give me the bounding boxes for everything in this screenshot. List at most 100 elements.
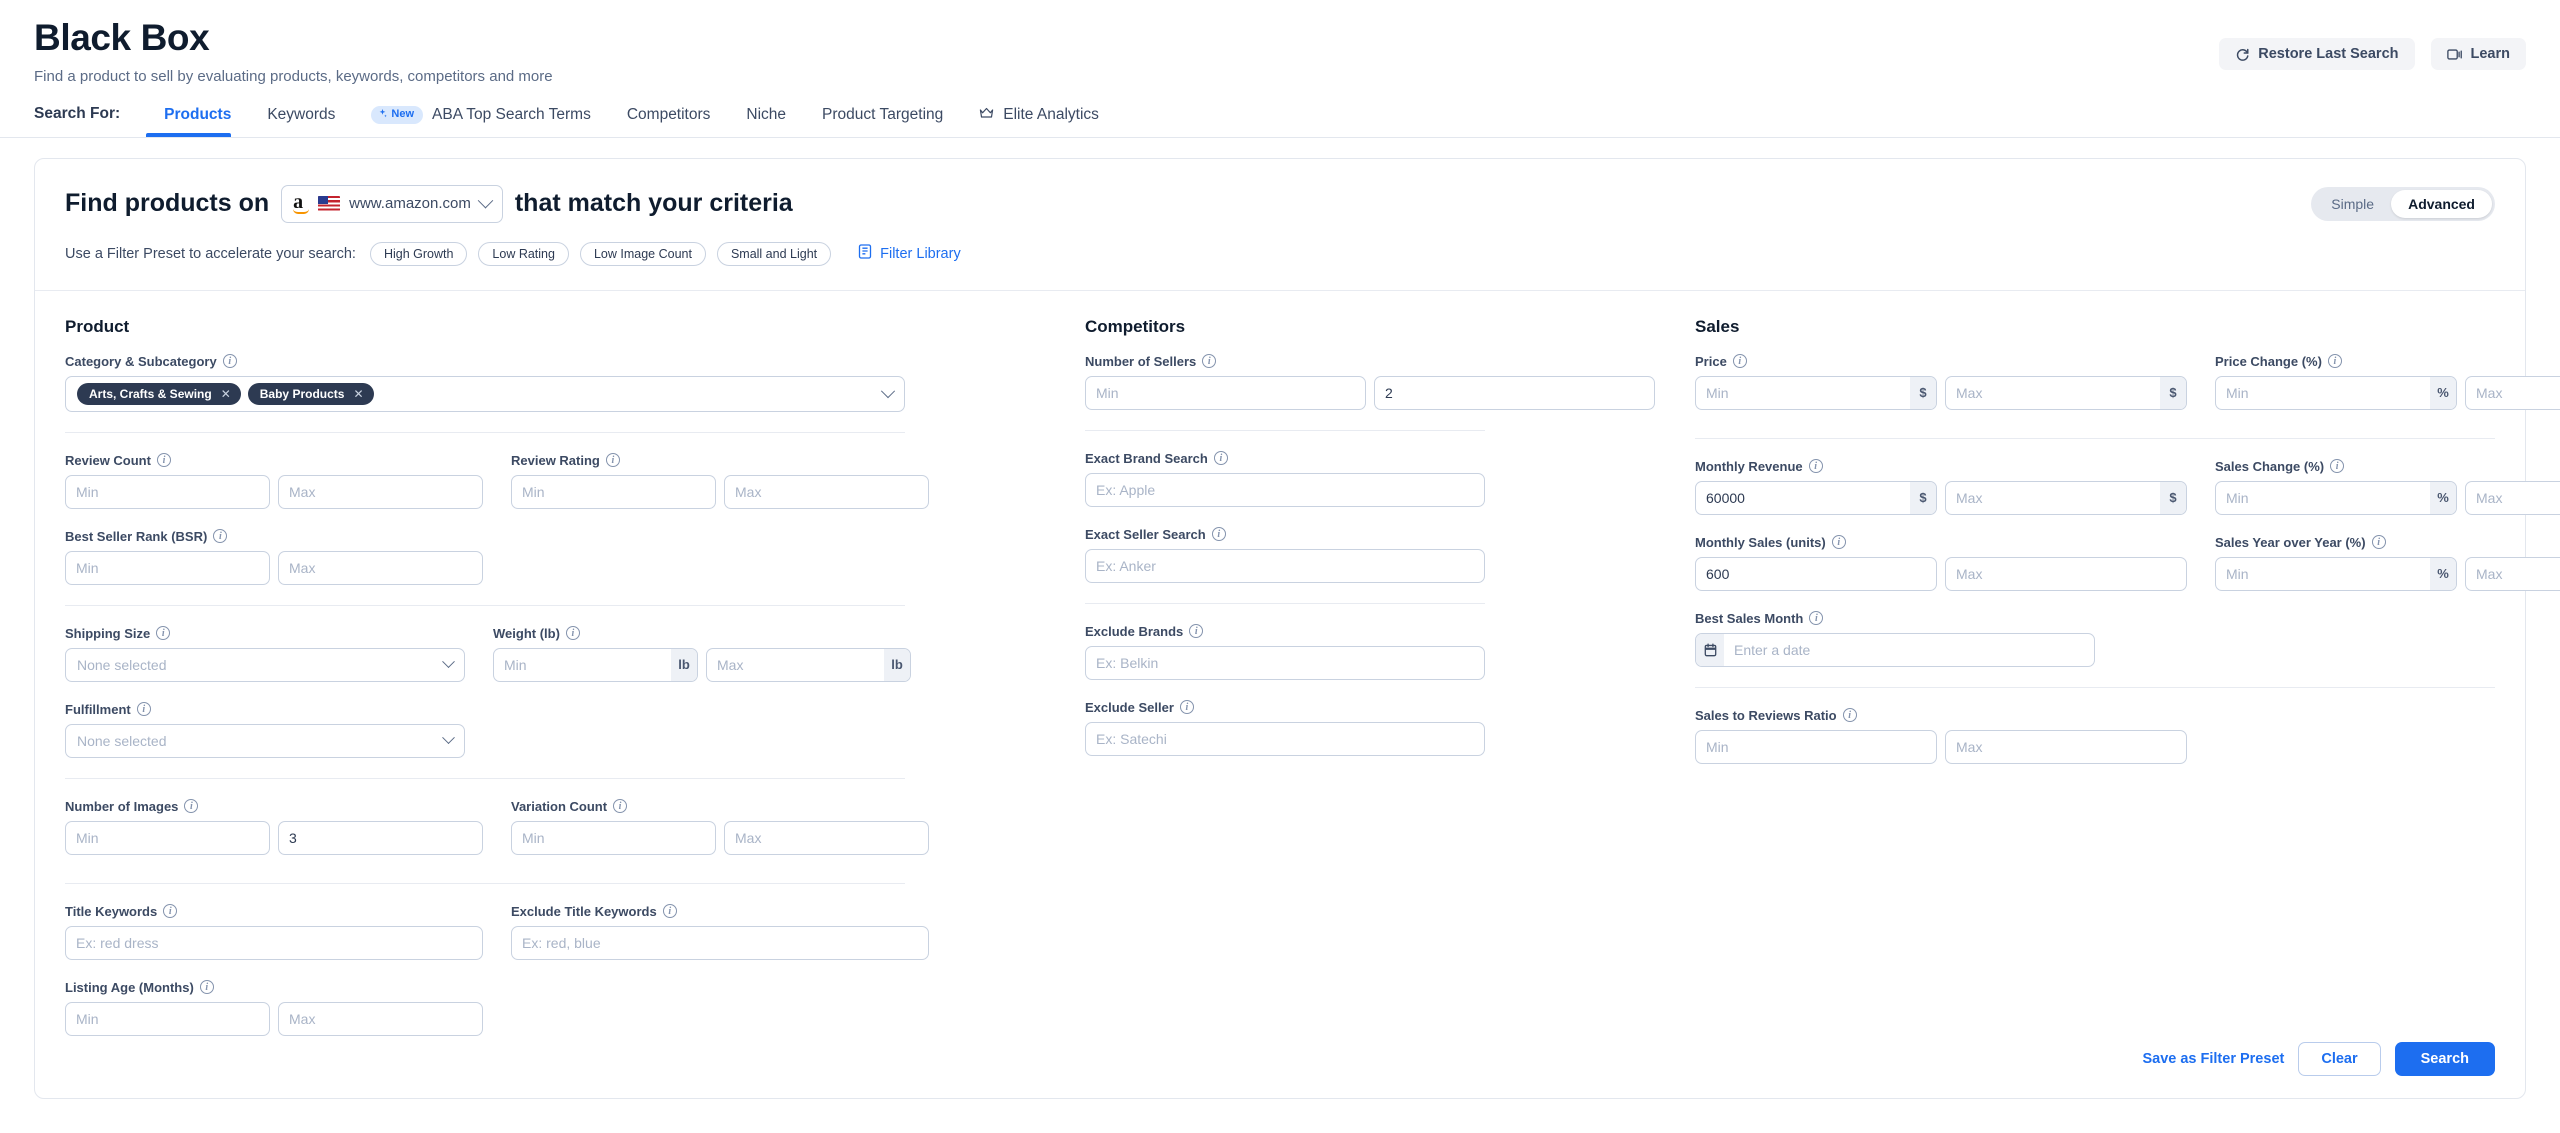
info-icon[interactable]: i bbox=[1831, 535, 1846, 550]
info-icon[interactable]: i bbox=[613, 799, 628, 814]
tab-niche[interactable]: Niche bbox=[728, 106, 804, 137]
shipping-size-select[interactable]: None selected bbox=[65, 647, 465, 682]
info-icon[interactable]: i bbox=[136, 702, 151, 717]
preset-chip-high-growth[interactable]: High Growth bbox=[369, 241, 468, 266]
tab-aba-top-search-terms[interactable]: New ABA Top Search Terms bbox=[353, 105, 608, 137]
price-change-max[interactable]: % bbox=[2465, 375, 2560, 410]
title-keywords-input[interactable] bbox=[66, 926, 482, 959]
number-of-images-min-input[interactable] bbox=[66, 821, 269, 854]
review-count-min[interactable] bbox=[65, 474, 270, 509]
exclude-seller-input[interactable] bbox=[1086, 722, 1484, 755]
weight-min-input[interactable] bbox=[494, 648, 671, 681]
tab-competitors[interactable]: Competitors bbox=[609, 106, 729, 137]
sales-to-reviews-max[interactable] bbox=[1945, 729, 2187, 764]
variation-count-max-input[interactable] bbox=[725, 821, 928, 854]
tab-keywords[interactable]: Keywords bbox=[249, 106, 353, 137]
preset-chip-low-rating[interactable]: Low Rating bbox=[478, 241, 569, 266]
category-tagbox[interactable]: Arts, Crafts & Sewing ✕ Baby Products ✕ bbox=[65, 375, 905, 412]
clear-button[interactable]: Clear bbox=[2298, 1041, 2381, 1076]
sales-to-reviews-max-input[interactable] bbox=[1946, 730, 2186, 763]
info-icon[interactable]: i bbox=[163, 904, 178, 919]
price-change-min-input[interactable] bbox=[2216, 376, 2430, 409]
sales-yoy-max[interactable]: % bbox=[2465, 556, 2560, 591]
save-as-filter-preset-button[interactable]: Save as Filter Preset bbox=[2142, 1051, 2284, 1067]
info-icon[interactable]: i bbox=[2327, 354, 2342, 369]
monthly-sales-max-input[interactable] bbox=[1946, 557, 2186, 590]
sales-yoy-min[interactable]: % bbox=[2215, 556, 2457, 591]
exclude-brands-wrap[interactable] bbox=[1085, 645, 1485, 680]
price-max[interactable]: $ bbox=[1945, 375, 2187, 410]
review-count-min-input[interactable] bbox=[66, 475, 269, 508]
title-keywords-input-wrap[interactable] bbox=[65, 925, 483, 960]
monthly-revenue-max-input[interactable] bbox=[1946, 481, 2160, 514]
exact-seller-search-wrap[interactable] bbox=[1085, 548, 1485, 583]
number-of-images-min[interactable] bbox=[65, 820, 270, 855]
info-icon[interactable]: i bbox=[184, 799, 199, 814]
listing-age-max[interactable] bbox=[278, 1001, 483, 1036]
review-rating-min-input[interactable] bbox=[512, 475, 715, 508]
number-of-sellers-min-input[interactable] bbox=[1086, 376, 1365, 409]
close-icon[interactable]: ✕ bbox=[353, 387, 363, 401]
filter-library-button[interactable]: Filter Library bbox=[858, 244, 961, 263]
price-min[interactable]: $ bbox=[1695, 375, 1937, 410]
price-change-max-input[interactable] bbox=[2466, 376, 2560, 409]
sales-yoy-min-input[interactable] bbox=[2216, 557, 2430, 590]
monthly-revenue-max[interactable]: $ bbox=[1945, 480, 2187, 515]
info-icon[interactable]: i bbox=[565, 626, 580, 641]
bsr-min-input[interactable] bbox=[66, 551, 269, 584]
info-icon[interactable]: i bbox=[1809, 611, 1824, 626]
monthly-sales-max[interactable] bbox=[1945, 556, 2187, 591]
info-icon[interactable]: i bbox=[1202, 354, 1217, 369]
number-of-images-max[interactable] bbox=[278, 820, 483, 855]
info-icon[interactable]: i bbox=[1179, 700, 1194, 715]
weight-max[interactable]: lb bbox=[706, 647, 911, 682]
category-tag[interactable]: Baby Products ✕ bbox=[247, 382, 374, 405]
exclude-title-keywords-input-wrap[interactable] bbox=[511, 925, 929, 960]
review-count-max[interactable] bbox=[278, 474, 483, 509]
listing-age-min[interactable] bbox=[65, 1001, 270, 1036]
info-icon[interactable]: i bbox=[605, 453, 620, 468]
bsr-min[interactable] bbox=[65, 550, 270, 585]
variation-count-min-input[interactable] bbox=[512, 821, 715, 854]
info-icon[interactable]: i bbox=[199, 980, 214, 995]
sales-change-max-input[interactable] bbox=[2466, 481, 2560, 514]
listing-age-max-input[interactable] bbox=[279, 1002, 482, 1035]
number-of-sellers-min[interactable] bbox=[1085, 375, 1366, 410]
number-of-images-max-input[interactable] bbox=[279, 821, 482, 854]
mode-simple[interactable]: Simple bbox=[2314, 190, 2391, 218]
monthly-sales-min-input[interactable] bbox=[1696, 557, 1936, 590]
sales-change-max[interactable]: % bbox=[2465, 480, 2560, 515]
number-of-sellers-max[interactable] bbox=[1374, 375, 1655, 410]
info-icon[interactable]: i bbox=[1732, 354, 1747, 369]
info-icon[interactable]: i bbox=[2330, 459, 2345, 474]
exact-seller-search-input[interactable] bbox=[1086, 549, 1484, 582]
info-icon[interactable]: i bbox=[1189, 624, 1204, 639]
search-button[interactable]: Search bbox=[2394, 1041, 2495, 1076]
info-icon[interactable]: i bbox=[222, 354, 237, 369]
preset-chip-small-and-light[interactable]: Small and Light bbox=[716, 241, 832, 266]
sales-yoy-max-input[interactable] bbox=[2466, 557, 2560, 590]
sales-to-reviews-min[interactable] bbox=[1695, 729, 1937, 764]
close-icon[interactable]: ✕ bbox=[221, 387, 231, 401]
info-icon[interactable]: i bbox=[2371, 535, 2386, 550]
bsr-max[interactable] bbox=[278, 550, 483, 585]
info-icon[interactable]: i bbox=[1213, 451, 1228, 466]
marketplace-select[interactable]: a www.amazon.com bbox=[281, 184, 503, 223]
tab-products[interactable]: Products bbox=[146, 106, 249, 137]
price-min-input[interactable] bbox=[1696, 376, 1910, 409]
category-tag[interactable]: Arts, Crafts & Sewing ✕ bbox=[77, 382, 241, 405]
price-max-input[interactable] bbox=[1946, 376, 2160, 409]
best-sales-month-input[interactable] bbox=[1724, 633, 2094, 666]
exclude-brands-input[interactable] bbox=[1086, 646, 1484, 679]
learn-button[interactable]: Learn bbox=[2430, 38, 2526, 70]
info-icon[interactable]: i bbox=[156, 453, 171, 468]
tab-elite-analytics[interactable]: Elite Analytics bbox=[961, 106, 1117, 137]
info-icon[interactable]: i bbox=[1842, 708, 1857, 723]
info-icon[interactable]: i bbox=[156, 626, 171, 641]
exclude-title-keywords-input[interactable] bbox=[512, 926, 928, 959]
listing-age-min-input[interactable] bbox=[66, 1002, 269, 1035]
exclude-seller-wrap[interactable] bbox=[1085, 721, 1485, 756]
weight-min[interactable]: lb bbox=[493, 647, 698, 682]
weight-max-input[interactable] bbox=[707, 648, 884, 681]
number-of-sellers-max-input[interactable] bbox=[1375, 376, 1654, 409]
